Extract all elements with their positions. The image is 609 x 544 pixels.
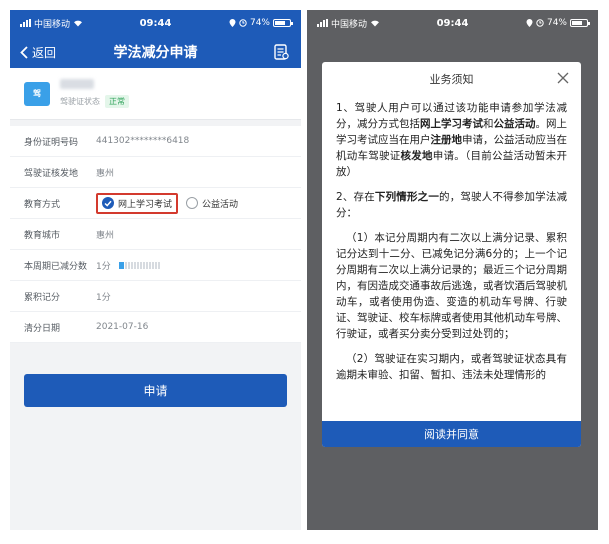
chevron-left-icon — [20, 45, 28, 59]
status-bar: 中国移动 09:44 74% — [307, 10, 598, 36]
reduction-progress-bar — [118, 261, 161, 269]
nav-bar: 返回 学法减分申请 — [10, 36, 301, 68]
alarm-icon — [536, 19, 544, 27]
dialog-body: 1、驾驶人用户可以通过该功能申请参加学法减分，减分方式包括网上学习考试和公益活动… — [322, 96, 581, 383]
row-accumulated-points: 累积记分 1分 — [10, 281, 301, 312]
row-label: 驾驶证核发地 — [24, 168, 79, 179]
carrier-label: 中国移动 — [331, 19, 368, 30]
row-value: 2021-07-16 — [96, 322, 149, 332]
row-value: 1分 — [96, 261, 111, 272]
info-list: 身份证明号码 441302********6418 驾驶证核发地 惠州 教育方式… — [10, 126, 301, 343]
text-run-bold: 公益活动 — [493, 118, 536, 130]
radio-checked-icon — [102, 197, 114, 209]
row-value: 惠州 — [96, 168, 115, 179]
radio-unchecked-icon — [186, 197, 199, 209]
row-label: 清分日期 — [24, 323, 61, 334]
dialog-header: 业务须知 — [322, 62, 581, 96]
status-right-group: 74% — [526, 18, 590, 28]
carrier-group: 中国移动 — [317, 17, 380, 30]
text-run-bold: 网上学习考试 — [420, 118, 483, 130]
battery-fill — [275, 21, 286, 25]
agree-button[interactable]: 阅读并同意 — [322, 421, 581, 447]
wifi-icon — [74, 20, 83, 27]
notice-paragraph-2: 2、存在下列情形之一的，驾驶人不得参加学法减分： — [336, 189, 567, 221]
option-label: 网上学习考试 — [118, 199, 173, 210]
row-label: 本周期已减分数 — [24, 261, 88, 272]
row-label: 累积记分 — [24, 292, 61, 303]
status-bar: 中国移动 09:44 74% — [10, 10, 301, 36]
carrier-label: 中国移动 — [34, 19, 71, 30]
battery-percent: 74% — [249, 18, 270, 28]
apply-button[interactable]: 申请 — [24, 374, 287, 407]
status-right-group: 74% — [229, 18, 293, 28]
row-label: 身份证明号码 — [24, 137, 79, 148]
location-icon — [526, 19, 533, 27]
name-redacted — [60, 79, 94, 89]
signal-icon — [317, 19, 328, 27]
license-icon: 驾 — [24, 81, 50, 106]
notice-paragraph-4: （2）驾驶证在实习期内，或者驾驶证状态具有逾期未审验、扣留、暂扣、违法未处理情形… — [336, 353, 567, 381]
alarm-icon — [239, 19, 247, 27]
row-education-method: 教育方式 网上学习考试 公益活动 — [10, 188, 301, 219]
row-id-number: 身份证明号码 441302********6418 — [10, 126, 301, 157]
notice-paragraph-3: （1）本记分周期内有二次以上满分记录、累积记分达到十二分、已减免记分满6分的；上… — [336, 232, 567, 340]
row-label: 教育方式 — [24, 199, 61, 210]
text-run-bold: 注册地 — [430, 134, 463, 146]
row-value: 441302********6418 — [96, 136, 190, 146]
dialog-title: 业务须知 — [429, 73, 474, 86]
license-info: 驾驶证状态 正常 — [60, 79, 129, 108]
row-value: 惠州 — [96, 230, 115, 241]
close-icon[interactable] — [557, 72, 569, 84]
notice-dialog: 业务须知 1、驾驶人用户可以通过该功能申请参加学法减分，减分方式包括网上学习考试… — [322, 62, 581, 447]
row-education-city: 教育城市 惠州 — [10, 219, 301, 250]
carrier-group: 中国移动 — [20, 17, 83, 30]
row-points-reduced: 本周期已减分数 1分 — [10, 250, 301, 281]
license-status-label: 驾驶证状态 — [60, 97, 100, 106]
location-icon — [229, 19, 236, 27]
row-label: 教育城市 — [24, 230, 61, 241]
row-issuing-place: 驾驶证核发地 惠州 — [10, 157, 301, 188]
wifi-icon — [371, 20, 380, 27]
status-badge: 正常 — [105, 95, 129, 108]
text-run: 和 — [483, 118, 494, 130]
left-phone-screen: 中国移动 09:44 74% 返回 学法减分申请 驾 驾驶证状态 正常 身份证明… — [10, 10, 301, 530]
text-run-bold: 下列情形之一 — [374, 191, 440, 203]
signal-icon — [20, 19, 31, 27]
right-phone-screen: 中国移动 09:44 74% 业务须知 1、驾驶人用户可以通过该功能申请参加学法… — [307, 10, 598, 530]
battery-percent: 74% — [546, 18, 567, 28]
row-clear-date: 清分日期 2021-07-16 — [10, 312, 301, 343]
option-public-welfare[interactable]: 公益活动 — [186, 197, 238, 210]
license-status-row: 驾驶证状态 正常 — [60, 95, 129, 108]
text-run-bold: 核发地 — [400, 150, 433, 162]
document-icon[interactable] — [274, 44, 289, 60]
battery-fill — [572, 21, 583, 25]
progress-fill — [118, 261, 124, 269]
battery-icon — [570, 19, 590, 27]
row-value: 1分 — [96, 292, 111, 303]
license-card: 驾 驾驶证状态 正常 — [10, 68, 301, 120]
option-label: 公益活动 — [202, 199, 239, 210]
back-label: 返回 — [32, 45, 57, 60]
notice-paragraph-1: 1、驾驶人用户可以通过该功能申请参加学法减分，减分方式包括网上学习考试和公益活动… — [336, 100, 567, 180]
back-button[interactable]: 返回 — [10, 44, 56, 61]
option-online-study[interactable]: 网上学习考试 — [96, 192, 179, 214]
text-run: 2、存在 — [336, 191, 375, 203]
battery-icon — [273, 19, 293, 27]
license-icon-text: 驾 — [33, 89, 41, 98]
